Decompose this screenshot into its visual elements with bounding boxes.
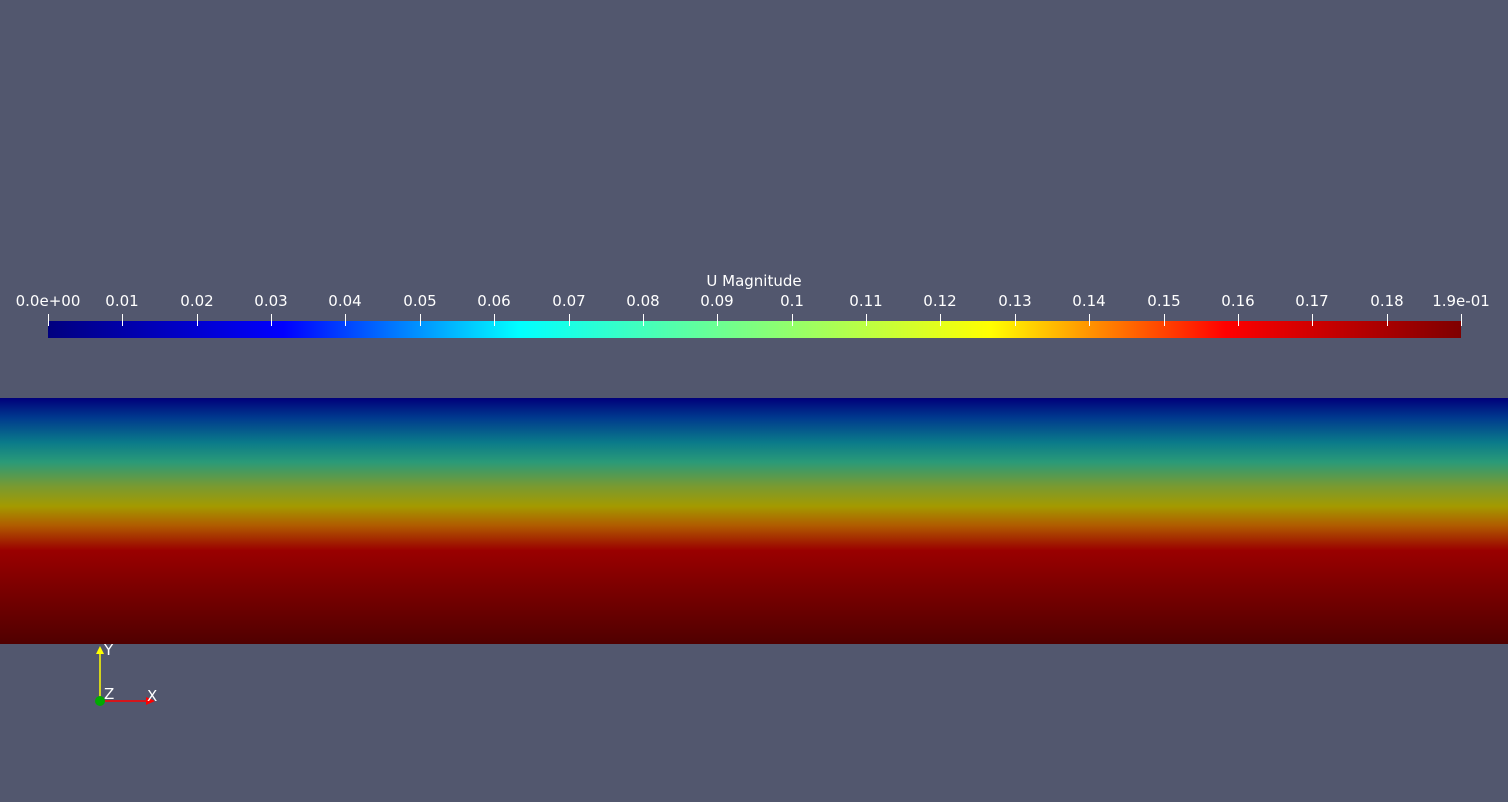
orientation-axes: Y Z X (84, 640, 174, 720)
z-axis-label: Z (104, 685, 115, 703)
colorbar-tick-label: 0.16 (1221, 292, 1255, 310)
colorbar-tick-label: 0.14 (1072, 292, 1106, 310)
colorbar-tick-label: 0.01 (105, 292, 139, 310)
colorbar-gradient[interactable] (48, 321, 1461, 338)
velocity-field-slab[interactable] (0, 398, 1508, 644)
colorbar-tick-mark (1461, 314, 1462, 326)
colorbar-title: U Magnitude (706, 272, 802, 290)
colorbar-tick-label: 0.13 (998, 292, 1032, 310)
x-axis-label: X (147, 687, 158, 705)
colorbar-tick-label: 0.15 (1147, 292, 1181, 310)
y-axis-arrowhead (96, 646, 104, 654)
colorbar-tick-label: 0.02 (180, 292, 214, 310)
colorbar-tick-label: 0.17 (1295, 292, 1329, 310)
colorbar-ticks: 0.0e+00 0.01 0.02 0.03 0.04 0.05 0.06 0.07 0.08 0… (0, 0, 1508, 400)
colorbar-tick-label: 0.18 (1370, 292, 1404, 310)
colorbar-tick-label: 0.07 (552, 292, 586, 310)
colorbar-tick-label: 0.06 (477, 292, 511, 310)
colorbar-tick-label: 0.09 (700, 292, 734, 310)
colorbar-tick-label: 0.05 (403, 292, 437, 310)
colorbar-tick-label: 0.03 (254, 292, 288, 310)
colorbar-tick-label: 0.04 (328, 292, 362, 310)
y-axis-label: Y (104, 641, 114, 659)
colorbar-tick-label: 0.0e+00 (15, 292, 81, 310)
render-viewport[interactable]: U Magnitude 0.0e+00 0.01 0.02 0.03 0.04 0.05 0… (0, 0, 1508, 802)
colorbar-tick-label: 0.12 (923, 292, 957, 310)
colorbar-tick-label: 0.08 (626, 292, 660, 310)
colorbar-tick-label: 1.9e-01 (1432, 292, 1490, 310)
colorbar-tick-label: 0.11 (849, 292, 883, 310)
orientation-axes-icon (95, 646, 155, 706)
colorbar-tick-label: 0.1 (780, 292, 804, 310)
